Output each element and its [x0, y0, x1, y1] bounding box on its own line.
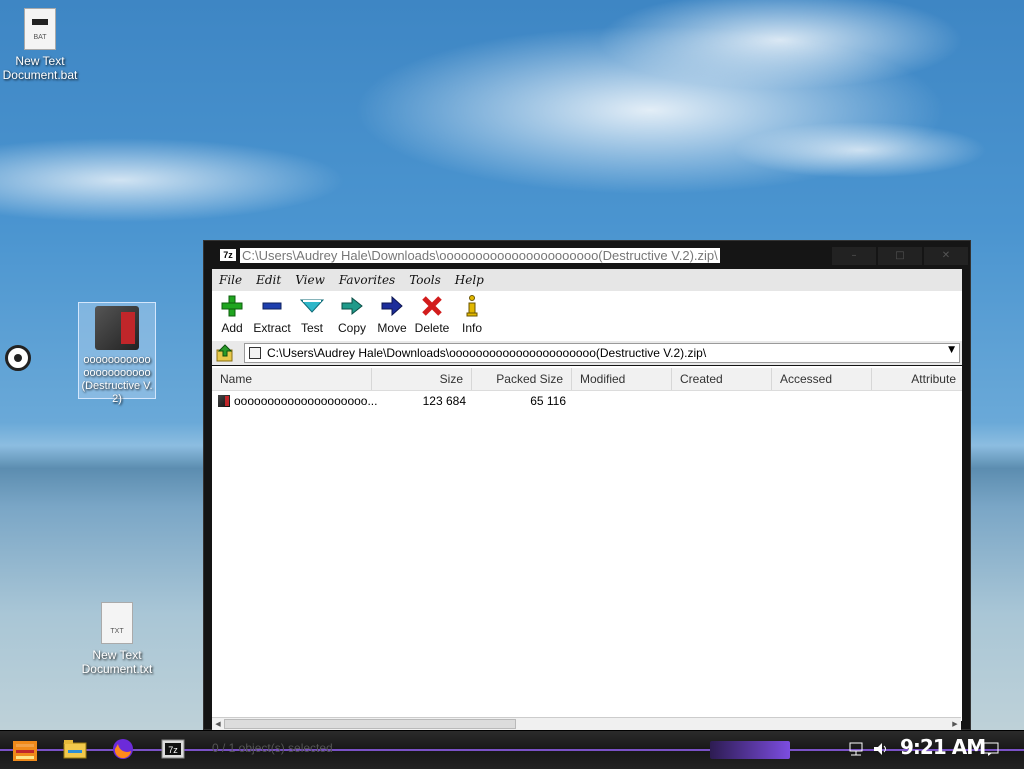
firefox-icon[interactable] [110, 737, 136, 761]
menu-view[interactable]: View [288, 269, 332, 291]
close-button[interactable]: ✕ [924, 247, 968, 265]
delete-button[interactable]: Delete [412, 295, 452, 335]
x-icon [412, 295, 452, 317]
7zip-taskbar-icon[interactable]: 7z [160, 737, 186, 761]
column-modified[interactable]: Modified [572, 368, 672, 390]
window-title: C:\Users\Audrey Hale\Downloads\ooooooooo… [240, 248, 720, 263]
menu-tools[interactable]: Tools [402, 269, 448, 291]
column-header-row: Name Size Packed Size Modified Created A… [212, 368, 962, 391]
folder-up-icon[interactable] [216, 344, 234, 362]
scroll-left-icon[interactable]: ◀ [212, 718, 224, 730]
scroll-right-icon[interactable]: ▶ [949, 718, 961, 730]
arrow-right-icon [372, 295, 412, 317]
minus-icon [252, 295, 292, 317]
portal-icon[interactable] [5, 345, 31, 371]
start-button[interactable] [10, 735, 40, 765]
network-icon[interactable] [848, 741, 866, 757]
check-chevron-icon [292, 295, 332, 317]
title-bar[interactable]: 7z C:\Users\Audrey Hale\Downloads\oooooo… [204, 241, 970, 269]
status-text: 0 / 1 object(s) selected [212, 741, 333, 755]
scroll-thumb[interactable] [224, 719, 516, 729]
desktop-icon-txt[interactable]: TXT New Text Document.txt [77, 602, 157, 676]
menu-help[interactable]: Help [448, 269, 491, 291]
horizontal-scrollbar[interactable]: ◀ ▶ [212, 717, 961, 730]
maximize-button[interactable]: □ [878, 247, 922, 265]
column-packed-size[interactable]: Packed Size [472, 368, 572, 390]
svg-text:7z: 7z [168, 745, 178, 755]
executable-icon [95, 306, 139, 350]
column-accessed[interactable]: Accessed [772, 368, 872, 390]
app-icon: 7z [220, 249, 236, 261]
column-size[interactable]: Size [372, 368, 472, 390]
info-icon [452, 295, 492, 317]
toolbar: Add Extract Test Copy Move Delete Info [212, 291, 962, 341]
menu-edit[interactable]: Edit [249, 269, 288, 291]
copy-button[interactable]: Copy [332, 295, 372, 335]
desktop-icon-label: New Text Document.txt [81, 648, 153, 676]
move-button[interactable]: Move [372, 295, 412, 335]
bat-file-icon: BAT [24, 8, 56, 50]
taskbar-accent [710, 741, 790, 759]
file-list: Name Size Packed Size Modified Created A… [212, 366, 962, 721]
desktop-icon-label: oooooooooooooooooooooo(Destructive V.2) [81, 354, 153, 405]
arrow-right-double-icon [332, 295, 372, 317]
menu-file[interactable]: File [212, 269, 249, 291]
column-name[interactable]: Name [212, 368, 372, 390]
add-button[interactable]: Add [212, 295, 252, 335]
column-attributes[interactable]: Attribute [872, 368, 964, 390]
file-manager-window: 7z C:\Users\Audrey Hale\Downloads\oooooo… [203, 240, 971, 730]
executable-icon [218, 395, 230, 407]
address-bar[interactable]: C:\Users\Audrey Hale\Downloads\ooooooooo… [244, 343, 960, 363]
extract-button[interactable]: Extract [252, 295, 292, 335]
file-explorer-icon[interactable] [62, 737, 88, 761]
cell-packed-size: 65 116 [530, 394, 566, 408]
address-row: C:\Users\Audrey Hale\Downloads\ooooooooo… [212, 341, 962, 365]
notification-icon[interactable] [982, 741, 1000, 757]
volume-icon[interactable] [872, 741, 890, 757]
txt-file-icon: TXT [101, 602, 133, 644]
chevron-down-icon[interactable]: ▼ [948, 345, 955, 355]
desktop-icon-label: New Text Document.bat [2, 54, 78, 82]
taskbar-divider [0, 749, 1024, 751]
plus-icon [212, 295, 252, 317]
test-button[interactable]: Test [292, 295, 332, 335]
clock[interactable]: 9:21 AM [900, 735, 986, 759]
minimize-button[interactable]: – [832, 247, 876, 265]
taskbar: 7z 0 / 1 object(s) selected 9:21 AM [0, 730, 1024, 769]
info-button[interactable]: Info [452, 295, 492, 335]
address-path: C:\Users\Audrey Hale\Downloads\ooooooooo… [267, 346, 707, 360]
cell-name: oooooooooooooooooooo... [234, 394, 378, 408]
desktop-icon-bat[interactable]: BAT New Text Document.bat [0, 8, 80, 82]
cell-size: 123 684 [422, 394, 466, 408]
table-row[interactable]: oooooooooooooooooooo... 123 684 65 116 [212, 392, 962, 410]
desktop-icon-exe[interactable]: oooooooooooooooooooooo(Destructive V.2) [78, 302, 156, 405]
column-created[interactable]: Created [672, 368, 772, 390]
menu-favorites[interactable]: Favorites [332, 269, 402, 291]
menu-bar: File Edit View Favorites Tools Help [212, 269, 962, 292]
archive-icon [249, 347, 261, 359]
